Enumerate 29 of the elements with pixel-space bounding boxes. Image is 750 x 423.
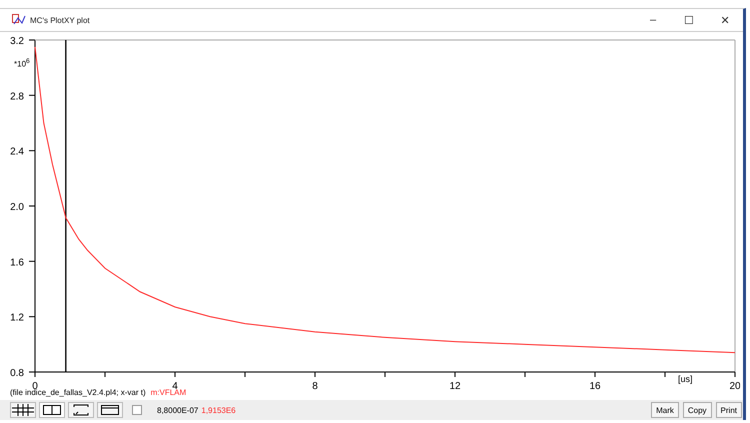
toolbar-button[interactable]: Print bbox=[716, 402, 742, 418]
x-tick-label: 20 bbox=[729, 381, 740, 392]
maximize-button[interactable]: ☐ bbox=[671, 10, 707, 30]
x-readout: 8,8000E-07 bbox=[157, 406, 198, 414]
checkbox[interactable] bbox=[132, 405, 142, 415]
app-icon bbox=[12, 14, 26, 26]
grid-icon[interactable] bbox=[10, 402, 36, 418]
y-tick-label: 2.0 bbox=[10, 202, 24, 213]
y-tick-label: 0.8 bbox=[10, 368, 24, 379]
bracket-icon[interactable] bbox=[68, 402, 94, 418]
window-title: MC's PlotXY plot bbox=[30, 16, 90, 24]
y-tick-label: 3.2 bbox=[10, 36, 24, 47]
y-tick-label: 2.4 bbox=[10, 146, 24, 158]
variable-label: m:VFLAM bbox=[150, 388, 186, 399]
y-tick-label: 2.8 bbox=[10, 91, 24, 102]
split-view-icon[interactable] bbox=[39, 402, 65, 418]
y-tick-label: 1.6 bbox=[10, 257, 24, 268]
x-tick-label: 16 bbox=[589, 381, 601, 392]
x-tick-label: 8 bbox=[312, 381, 318, 392]
x-tick-label: 12 bbox=[449, 381, 461, 392]
y-tick-label: 1.2 bbox=[10, 312, 24, 324]
minimize-button[interactable]: – bbox=[635, 10, 671, 30]
x-unit-label: [us] bbox=[678, 374, 693, 384]
scale-note: *10$^{6}$ bbox=[14, 58, 30, 69]
close-button[interactable]: ✕ bbox=[707, 10, 743, 30]
toolbar-button[interactable]: Mark bbox=[651, 402, 679, 418]
window-icon[interactable] bbox=[97, 402, 123, 418]
y-readout: 1,9153E6 bbox=[201, 406, 236, 414]
toolbar-button[interactable]: Copy bbox=[682, 402, 712, 418]
